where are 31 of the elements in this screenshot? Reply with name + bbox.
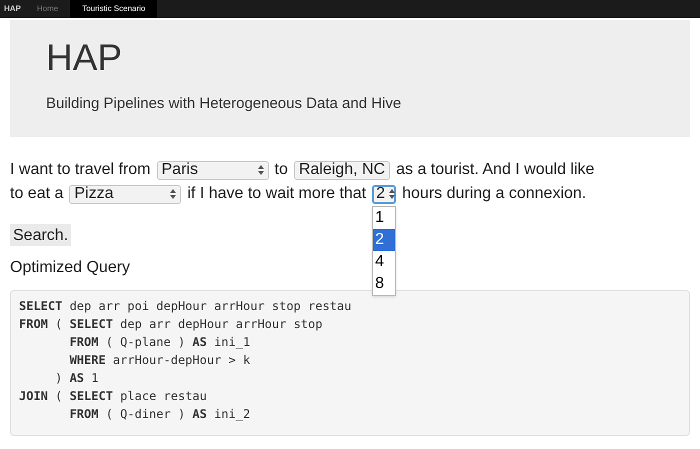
destination-field[interactable]: Raleigh, NC [294,160,390,180]
section-heading: Optimized Query [10,258,130,278]
code-line: SELECT dep arr poi depHour arrHour stop restau [19,298,352,315]
nav-link[interactable]: Home [24,0,70,18]
code-line: FROM ( SELECT dep arr depHour arrHour stop [19,316,322,333]
page-title: HAP [46,38,124,78]
form-text: if I have to wait more that [187,184,366,204]
search-button[interactable]: Search. [10,224,72,246]
dropdown-select[interactable]: Pizza [69,184,182,204]
code-line: FROM ( Q-plane ) AS ini_1 [68,334,250,351]
code-line: ) AS 1 [54,370,98,387]
dropdown-select[interactable]: 2 [372,184,396,204]
up-down-arrows-icon [170,189,176,199]
form-text: to eat a [10,184,64,204]
dropdown-option[interactable]: 4 [373,250,396,272]
code-line: WHERE arrHour-depHour > k [68,352,250,369]
dropdown-option[interactable]: 1 [373,206,396,228]
page-subtitle: Building Pipelines with Heterogeneous Data and Hive [46,94,402,114]
dropdown-option[interactable]: 2 [373,228,396,250]
dropdown-option[interactable]: 8 [373,272,396,294]
navbar-brand[interactable]: HAP [0,3,25,15]
form-text: hours during a connexion. [402,184,586,204]
up-down-arrows-icon [258,165,264,175]
up-down-arrows-icon [389,189,396,199]
form-text: as a tourist. And I would like [396,160,594,180]
nav-link[interactable]: Touristic Scenario [70,0,158,18]
form-text: I want to travel from [10,160,150,180]
code-line: JOIN ( SELECT place restau [19,388,207,405]
code-line: FROM ( Q-diner ) AS ini_2 [68,406,250,423]
form-text: to [274,160,288,180]
dropdown-select[interactable]: Paris [156,160,268,180]
